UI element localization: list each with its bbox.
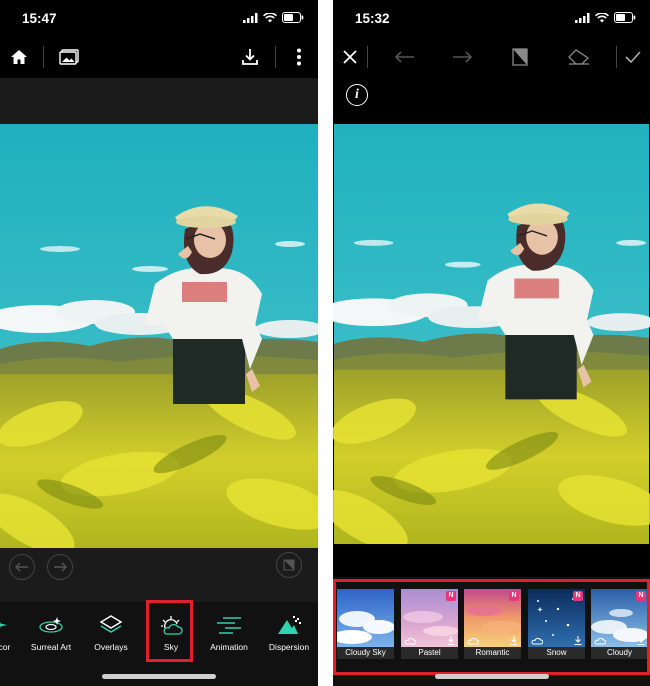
home-indicator (435, 674, 549, 679)
edited-photo (0, 124, 318, 548)
toolbar-divider (275, 46, 276, 68)
toolbar-divider (367, 46, 368, 68)
close-icon (343, 50, 357, 64)
redo-icon (54, 562, 67, 572)
status-time: 15:32 (355, 11, 390, 26)
home-button[interactable] (2, 38, 36, 76)
compare-button[interactable] (276, 552, 302, 578)
battery-icon (282, 12, 304, 23)
undo-icon (395, 51, 414, 63)
tool-overlays-label: Overlays (94, 642, 128, 652)
more-options-button[interactable] (282, 38, 316, 76)
redo-icon (453, 51, 472, 63)
eraser-button[interactable] (562, 38, 596, 76)
sky-toolbar (333, 38, 650, 76)
surreal-art-icon (39, 617, 63, 633)
compare-button[interactable] (503, 38, 537, 76)
compare-icon (283, 559, 295, 571)
download-button[interactable] (233, 38, 267, 76)
signal-icon (575, 12, 590, 23)
tool-dispersion[interactable]: Dispersion (258, 602, 318, 658)
undo-button[interactable] (9, 554, 35, 580)
wifi-icon (595, 12, 609, 22)
dispersion-icon (278, 616, 301, 634)
animation-icon (217, 617, 241, 634)
tool-surreal-art[interactable]: Surreal Art (20, 602, 82, 658)
left-phone-screen: 15:47 cor Surreal Art Overlays Sky Anima… (0, 0, 318, 686)
redo-button[interactable] (47, 554, 73, 580)
battery-icon (614, 12, 636, 23)
more-vertical-icon (297, 48, 301, 66)
info-icon: i (355, 87, 359, 102)
status-icons (575, 12, 636, 23)
decor-icon (0, 621, 7, 629)
signal-icon (243, 12, 258, 23)
eraser-icon (568, 49, 590, 65)
sky-presets-highlight (333, 579, 650, 675)
photo-canvas[interactable] (0, 124, 318, 548)
compare-icon (512, 48, 528, 66)
undo-icon (15, 562, 28, 572)
edited-photo (333, 124, 650, 544)
check-icon (625, 51, 641, 63)
sky-tool-highlight (146, 600, 193, 662)
redo-button[interactable] (445, 38, 479, 76)
toolbar-divider (43, 46, 44, 68)
layers-icon (99, 615, 123, 633)
home-indicator (102, 674, 216, 679)
tool-animation-label: Animation (210, 642, 248, 652)
status-time: 15:47 (22, 11, 57, 26)
close-button[interactable] (333, 38, 367, 76)
info-button[interactable]: i (346, 84, 368, 106)
editor-toolbar (0, 38, 318, 76)
undo-button[interactable] (388, 38, 422, 76)
apply-button[interactable] (616, 38, 650, 76)
status-bar: 15:32 (333, 0, 650, 38)
status-bar: 15:47 (0, 0, 318, 38)
download-icon (242, 49, 258, 65)
photo-canvas[interactable] (333, 124, 650, 544)
history-bar (0, 548, 318, 602)
right-phone-screen: 15:32 i Cloudy Sky N Pastel N Romantic N… (333, 0, 650, 686)
tool-overlays[interactable]: Overlays (80, 602, 142, 658)
tool-surreal-art-label: Surreal Art (30, 642, 72, 652)
canvas-background (0, 78, 318, 124)
wifi-icon (263, 12, 277, 22)
gallery-button[interactable] (52, 38, 86, 76)
gallery-icon (59, 49, 79, 65)
status-icons (243, 12, 304, 23)
home-icon (11, 50, 27, 64)
tool-animation[interactable]: Animation (198, 602, 260, 658)
tool-dispersion-label: Dispersion (268, 642, 310, 652)
